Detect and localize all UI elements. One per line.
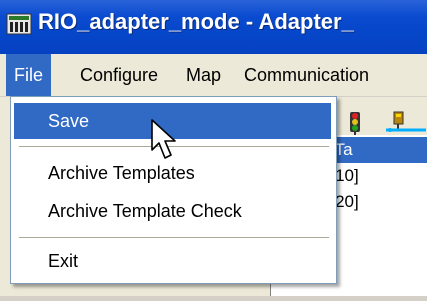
menu-file[interactable]: File: [6, 54, 52, 96]
title-bar[interactable]: RIO_adapter_mode - Adapter_: [0, 0, 427, 54]
window-title: RIO_adapter_mode - Adapter_: [38, 9, 354, 34]
mouse-pointer-icon: [151, 119, 176, 159]
menu-bar: File Configure Map Communication: [0, 54, 427, 97]
menu-communication[interactable]: Communication: [236, 54, 377, 96]
menu-configure[interactable]: Configure: [72, 54, 166, 96]
menu-map[interactable]: Map: [178, 54, 229, 96]
window-bottom-edge: [0, 296, 427, 301]
app-icon: [6, 13, 32, 35]
menu-item-archive-template-check[interactable]: Archive Template Check: [14, 193, 331, 229]
menu-separator: [19, 237, 329, 238]
menu-item-exit[interactable]: Exit: [14, 243, 331, 279]
